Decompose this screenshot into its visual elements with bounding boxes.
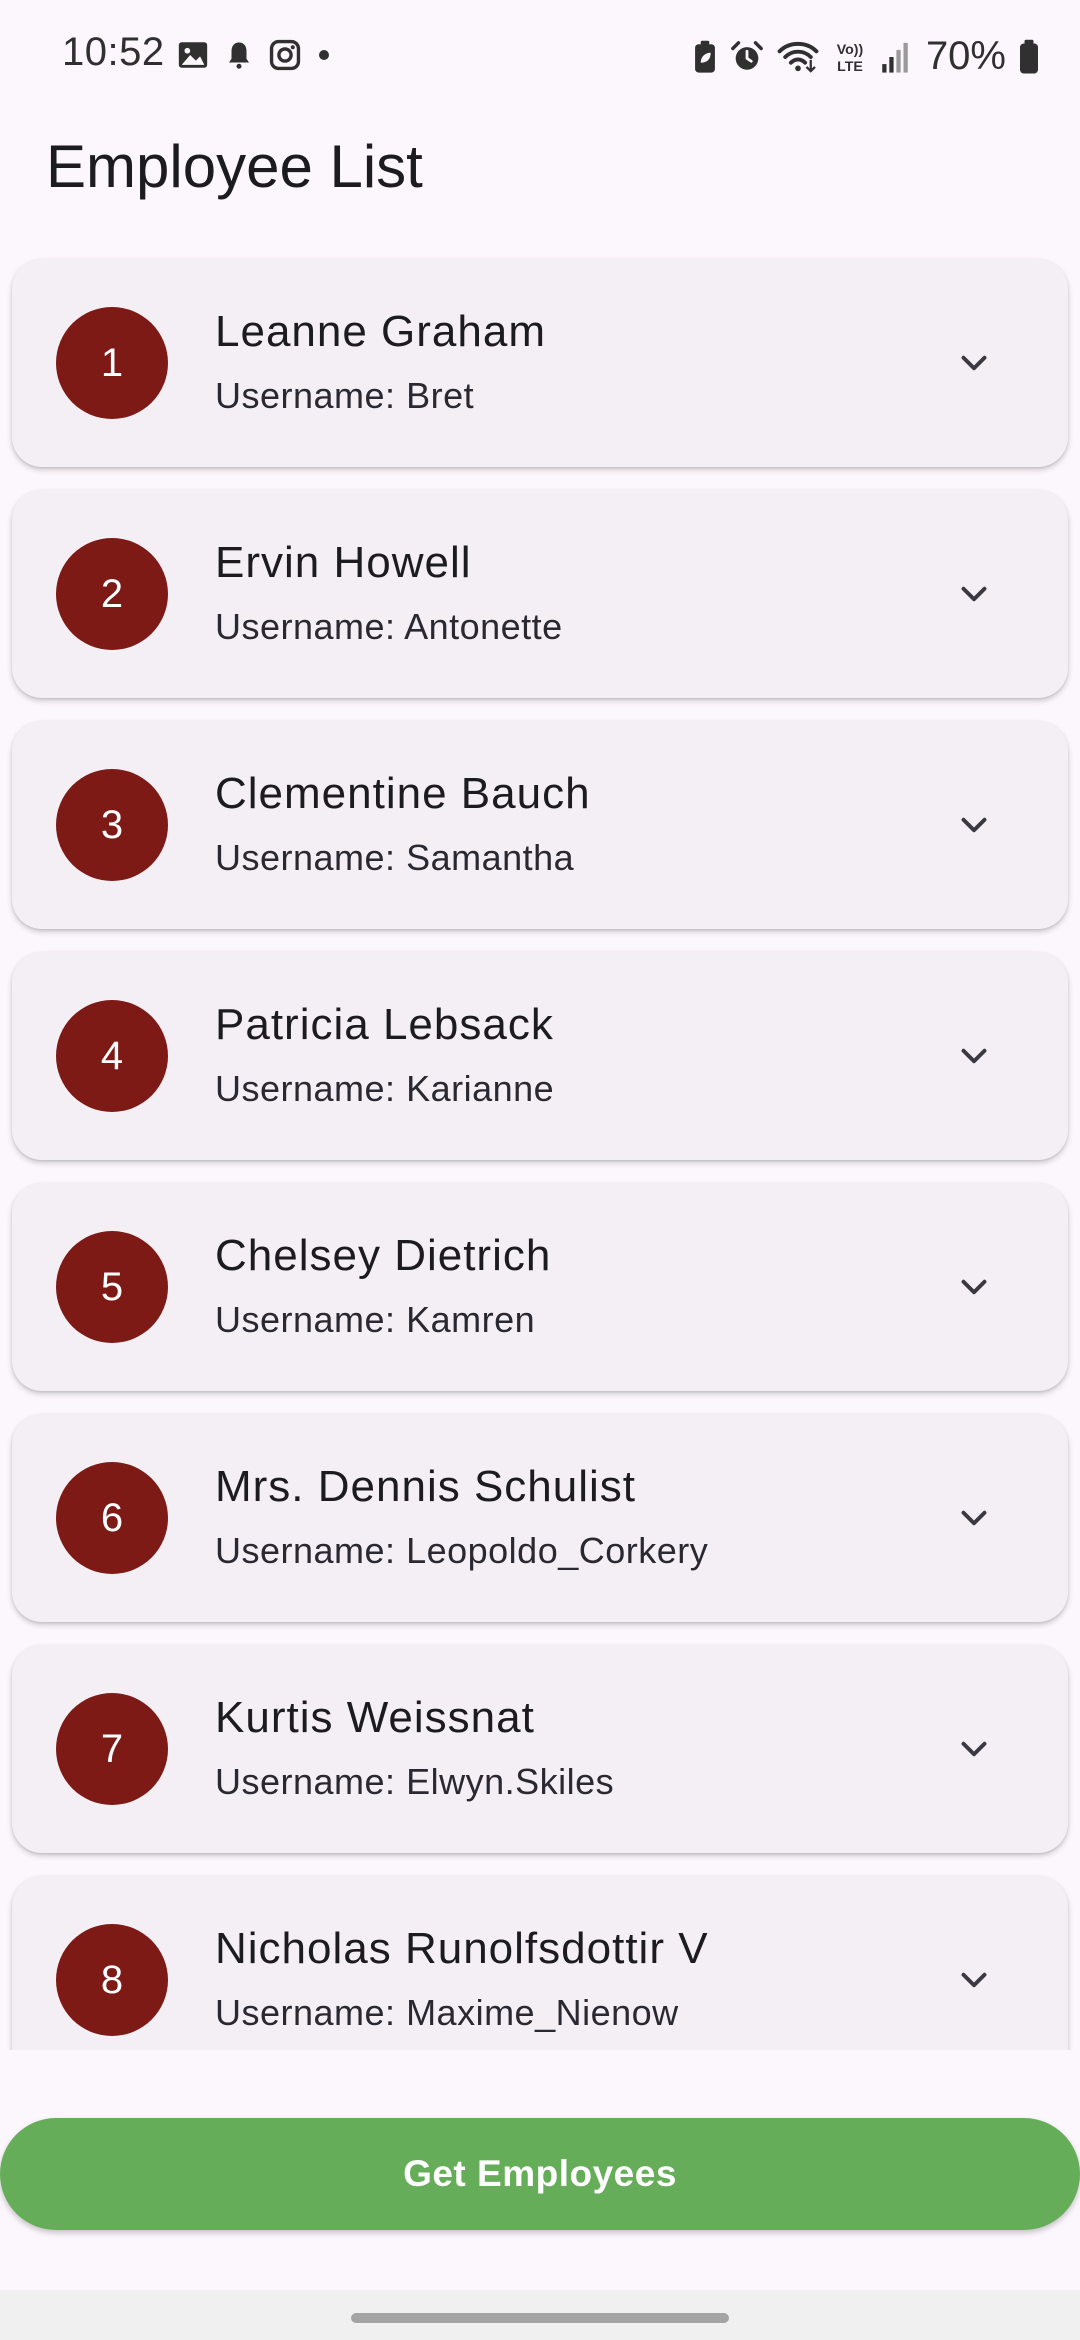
employee-name: Kurtis Weissnat: [215, 1693, 535, 1742]
employee-name: Nicholas Runolfsdottir V: [215, 1924, 709, 1973]
employee-username: Username: Elwyn.Skiles: [215, 1761, 615, 1802]
employee-card[interactable]: 5 Chelsey Dietrich Username: Kamren: [12, 1183, 1068, 1391]
battery-icon: [1018, 39, 1040, 75]
employee-avatar: 3: [56, 769, 168, 881]
battery-saver-icon: [692, 40, 718, 74]
status-time: 10:52: [62, 30, 165, 74]
bell-icon: [224, 38, 254, 72]
employee-name: Chelsey Dietrich: [215, 1231, 552, 1280]
chevron-down-icon[interactable]: [956, 1500, 992, 1536]
employee-username: Username: Kamren: [215, 1299, 536, 1340]
signal-icon: [880, 40, 910, 74]
employee-username: Username: Karianne: [215, 1068, 555, 1109]
employee-name: Clementine Bauch: [215, 769, 591, 818]
employee-avatar: 5: [56, 1231, 168, 1343]
chevron-down-icon[interactable]: [956, 576, 992, 612]
employee-name: Mrs. Dennis Schulist: [215, 1462, 637, 1511]
employee-username: Username: Maxime_Nienow: [215, 1992, 679, 2033]
employee-card[interactable]: 4 Patricia Lebsack Username: Karianne: [12, 952, 1068, 1160]
employee-card[interactable]: 3 Clementine Bauch Username: Samantha: [12, 721, 1068, 929]
employee-avatar: 2: [56, 538, 168, 650]
employee-card[interactable]: 2 Ervin Howell Username: Antonette: [12, 490, 1068, 698]
battery-percent: 70%: [925, 34, 1006, 78]
volte-icon: Vo)) LTE: [832, 40, 868, 74]
employee-avatar: 7: [56, 1693, 168, 1805]
employee-avatar: 6: [56, 1462, 168, 1574]
alarm-icon: [730, 40, 764, 74]
page-title: Employee List: [46, 133, 423, 200]
employee-avatar: 1: [56, 307, 168, 419]
employee-list-viewport[interactable]: 1 Leanne Graham Username: Bret 2 Ervin Howel…: [0, 255, 1080, 2050]
employee-username: Username: Samantha: [215, 837, 575, 878]
employee-username: Username: Bret: [215, 375, 475, 416]
chevron-down-icon[interactable]: [956, 1038, 992, 1074]
status-system-icons: Vo)) LTE 70%: [692, 34, 1040, 79]
instagram-icon: [268, 38, 302, 72]
volte-label-top: Vo)): [837, 42, 864, 58]
wifi-icon: [776, 40, 820, 74]
status-notification-icons: [176, 38, 332, 72]
employee-username: Username: Leopoldo_Corkery: [215, 1530, 709, 1571]
gesture-handle[interactable]: [351, 2313, 729, 2323]
dot-icon: [316, 47, 332, 63]
employee-username: Username: Antonette: [215, 606, 563, 647]
chevron-down-icon[interactable]: [956, 1962, 992, 1998]
employee-card[interactable]: 1 Leanne Graham Username: Bret: [12, 259, 1068, 467]
chevron-down-icon[interactable]: [956, 1269, 992, 1305]
employee-name: Ervin Howell: [215, 538, 472, 587]
employee-avatar: 4: [56, 1000, 168, 1112]
chevron-down-icon[interactable]: [956, 1731, 992, 1767]
volte-label-bottom: LTE: [837, 59, 863, 74]
chevron-down-icon[interactable]: [956, 807, 992, 843]
employee-card[interactable]: 7 Kurtis Weissnat Username: Elwyn.Skiles: [12, 1645, 1068, 1853]
employee-name: Patricia Lebsack: [215, 1000, 554, 1049]
employee-card[interactable]: 8 Nicholas Runolfsdottir V Username: Maxim…: [12, 1876, 1068, 2050]
chevron-down-icon[interactable]: [956, 345, 992, 381]
get-employees-button[interactable]: Get Employees: [0, 2118, 1080, 2230]
image-icon: [176, 38, 210, 72]
employee-name: Leanne Graham: [215, 307, 546, 356]
employee-card[interactable]: 6 Mrs. Dennis Schulist Username: Leopoldo_…: [12, 1414, 1068, 1622]
status-bar: 10:52 Vo)) LTE 70%: [0, 0, 1080, 112]
employee-avatar: 8: [56, 1924, 168, 2036]
